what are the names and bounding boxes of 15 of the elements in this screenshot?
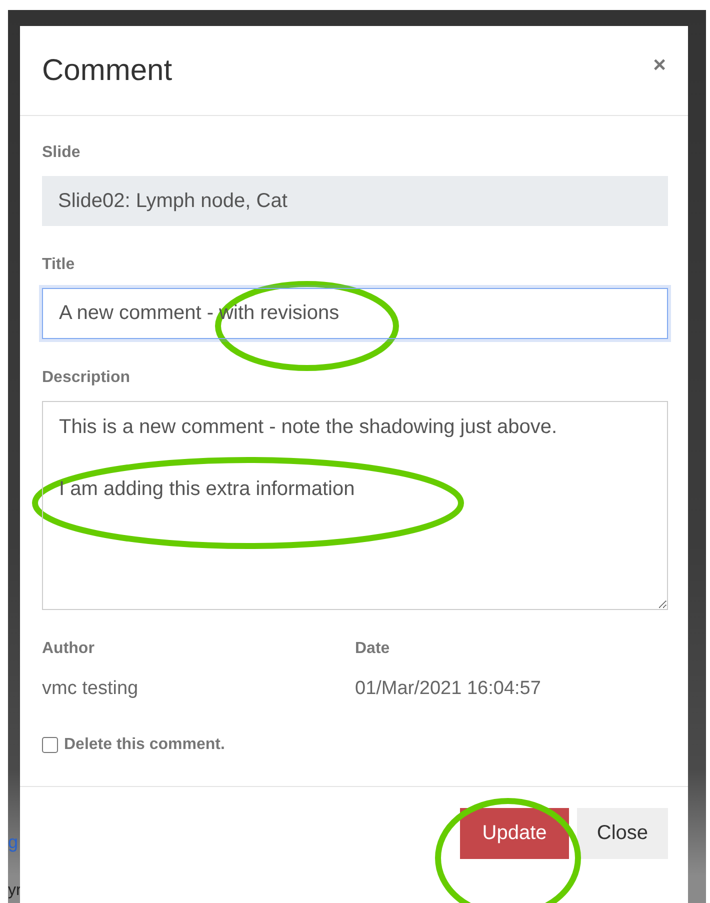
checkbox-label: Delete this comment. xyxy=(64,736,225,754)
slide-field: Slide02: Lymph node, Cat xyxy=(42,176,668,226)
delete-checkbox[interactable] xyxy=(42,737,58,753)
dialog-title: Comment xyxy=(42,54,172,88)
update-button[interactable]: Update xyxy=(460,808,569,859)
text-fragment: yr xyxy=(8,882,22,900)
field-label: Author xyxy=(42,640,96,658)
field-label: Description xyxy=(42,369,132,387)
description-textarea[interactable]: This is a new comment - note the shadowing just above. I am adding this extra information xyxy=(42,401,668,610)
date-value: 01/Mar/2021 16:04:57 xyxy=(355,678,542,700)
field-label: Date xyxy=(355,640,391,658)
close-button[interactable]: Close xyxy=(577,808,668,859)
author-value: vmc testing xyxy=(42,678,140,700)
field-label: Slide xyxy=(42,144,82,162)
field-label: Title xyxy=(42,256,76,274)
